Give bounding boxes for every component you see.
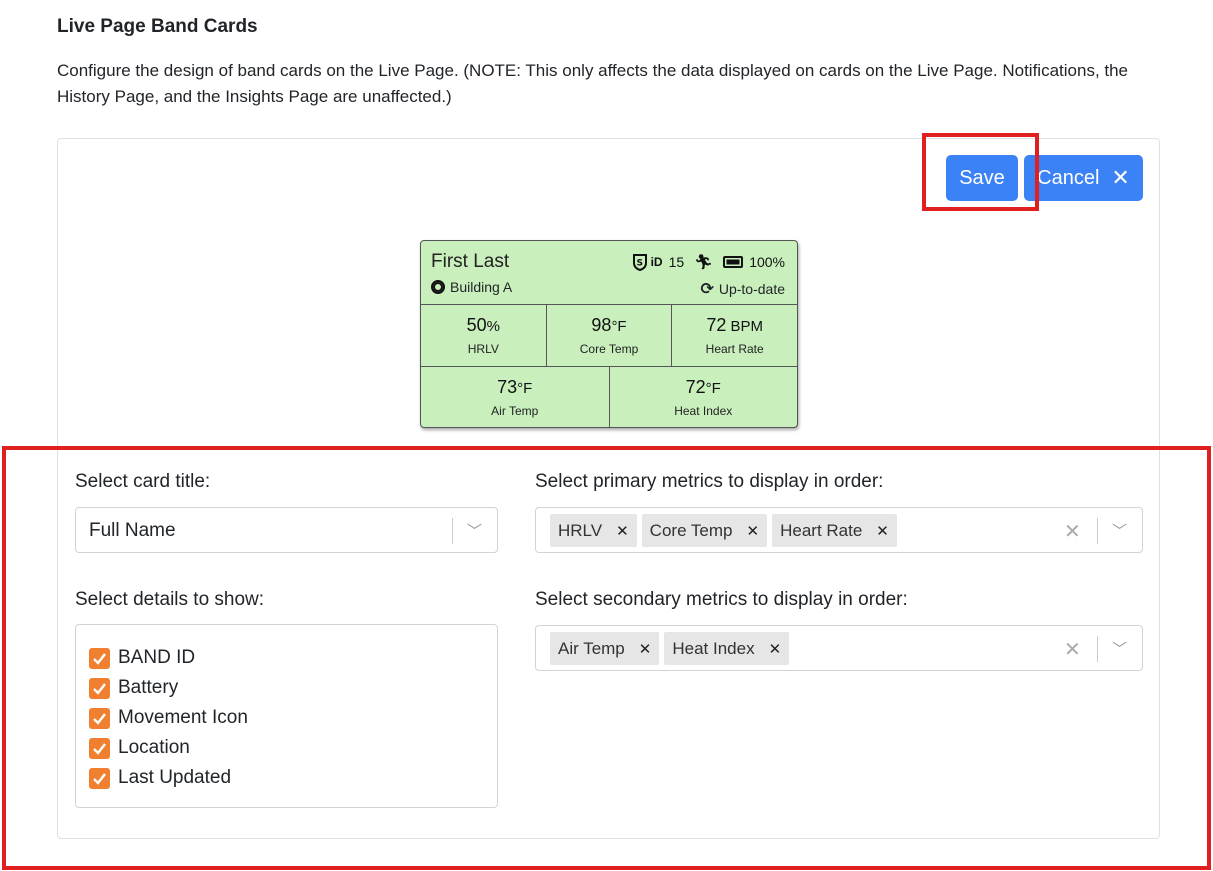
primary-metrics-select[interactable]: HRLV ✕ Core Temp ✕ Heart Rate ✕ ✕ ﹀ [535, 507, 1143, 553]
card-title-label: Select card title: [75, 471, 211, 492]
chevron-down-icon[interactable]: ﹀ [467, 520, 482, 541]
remove-tag-icon[interactable]: ✕ [616, 522, 629, 540]
remove-tag-icon[interactable]: ✕ [639, 640, 652, 658]
metric-label: HRLV [467, 342, 499, 356]
band-id-icon: S iD [631, 253, 663, 271]
checkbox-checked-icon[interactable] [89, 647, 110, 669]
card-location: Building A [431, 279, 512, 295]
primary-tag: Heart Rate ✕ [772, 514, 897, 547]
detail-option[interactable]: Last Updated [89, 763, 248, 793]
location-icon [431, 280, 445, 294]
svg-text:S: S [636, 259, 642, 269]
primary-metrics-label: Select primary metrics to display in ord… [535, 471, 884, 492]
section-description: Configure the design of band cards on th… [57, 61, 1129, 106]
secondary-metrics-row: 73°F Air Temp 72°F Heat Index [421, 366, 798, 427]
metric-unit: °F [517, 380, 533, 397]
card-title-value: Full Name [89, 520, 176, 541]
metric-unit: °F [611, 318, 627, 335]
section-heading: Live Page Band Cards [57, 16, 258, 37]
detail-label: Location [118, 737, 190, 758]
close-icon: ✕ [1111, 165, 1130, 190]
tag-label: Core Temp [649, 520, 733, 540]
metric-cell: 50% HRLV [421, 305, 546, 366]
running-icon: 🏃︎ [694, 254, 714, 271]
checkbox-checked-icon[interactable] [89, 737, 110, 759]
detail-label: Movement Icon [118, 707, 248, 728]
tag-label: HRLV [558, 520, 603, 540]
chevron-down-icon[interactable]: ﹀ [1112, 638, 1127, 659]
metric-cell: 98°F Core Temp [545, 305, 672, 366]
checkbox-checked-icon[interactable] [89, 707, 110, 729]
metric-label: Heat Index [674, 404, 733, 418]
details-checkbox-group: BAND ID Battery Movement Icon Location L… [75, 624, 498, 808]
metric-unit: BPM [726, 318, 764, 335]
battery-icon [723, 256, 744, 268]
select-separator [1097, 518, 1098, 544]
cancel-button[interactable]: Cancel ✕ [1024, 155, 1143, 201]
metric-label: Core Temp [579, 342, 639, 356]
metric-cell: 72°F Heat Index [608, 367, 798, 427]
primary-tag: Core Temp ✕ [641, 514, 768, 547]
battery-value: 100% [749, 254, 785, 270]
updated-text: Up-to-date [718, 281, 785, 297]
save-button-label: Save [959, 166, 1005, 189]
detail-label: Battery [118, 677, 179, 698]
select-separator [452, 518, 453, 544]
card-title-select[interactable]: Full Name ﹀ [75, 507, 498, 553]
tag-label: Heat Index [672, 638, 755, 658]
primary-metrics-row: 50% HRLV 98°F Core Temp 72 BPM Heart Rat… [421, 304, 797, 366]
metric-value: 73 [497, 377, 518, 397]
select-separator [1097, 636, 1098, 662]
detail-option[interactable]: Battery [89, 673, 248, 703]
detail-label: Last Updated [118, 767, 232, 788]
cancel-button-label: Cancel [1037, 166, 1100, 189]
detail-option[interactable]: Location [89, 733, 248, 763]
metric-unit: °F [705, 380, 721, 397]
metric-value: 50 [466, 315, 487, 335]
metric-cell: 72 BPM Heart Rate [671, 305, 797, 366]
clear-all-icon[interactable]: ✕ [1064, 519, 1081, 544]
secondary-metrics-label: Select secondary metrics to display in o… [535, 589, 908, 610]
primary-tag: HRLV ✕ [550, 514, 637, 547]
checkbox-checked-icon[interactable] [89, 677, 110, 699]
tag-label: Heart Rate [780, 520, 863, 540]
card-status-icons: S iD 15 🏃︎ 100% [631, 253, 785, 271]
secondary-tag: Heat Index ✕ [664, 632, 790, 665]
chevron-down-icon[interactable]: ﹀ [1112, 520, 1127, 541]
detail-option[interactable]: BAND ID [89, 643, 248, 673]
metric-value: 72 [685, 377, 706, 397]
details-label: Select details to show: [75, 589, 265, 610]
metric-cell: 73°F Air Temp [421, 367, 609, 427]
secondary-metrics-select[interactable]: Air Temp ✕ Heat Index ✕ ✕ ﹀ [535, 625, 1143, 671]
metric-unit: % [486, 318, 501, 335]
band-id-value: 15 [668, 254, 685, 270]
band-card-preview: First Last S iD 15 🏃︎ 100% Building A ⟳ … [420, 240, 798, 428]
detail-label: BAND ID [118, 647, 196, 668]
card-header: First Last S iD 15 🏃︎ 100% Building A ⟳ … [421, 241, 797, 304]
card-title: First Last [431, 251, 510, 272]
sync-icon: ⟳ [700, 281, 714, 298]
detail-option[interactable]: Movement Icon [89, 703, 248, 733]
location-text: Building A [450, 279, 513, 295]
remove-tag-icon[interactable]: ✕ [747, 522, 760, 540]
checkbox-checked-icon[interactable] [89, 767, 110, 789]
metric-label: Heart Rate [705, 342, 764, 356]
remove-tag-icon[interactable]: ✕ [769, 640, 782, 658]
metric-value: 72 [706, 315, 727, 335]
card-updated: ⟳ Up-to-date [700, 279, 785, 299]
tag-label: Air Temp [558, 638, 625, 658]
metric-label: Air Temp [491, 404, 539, 418]
clear-all-icon[interactable]: ✕ [1064, 637, 1081, 662]
save-button[interactable]: Save [946, 155, 1018, 201]
remove-tag-icon[interactable]: ✕ [876, 522, 889, 540]
metric-value: 98 [591, 315, 612, 335]
secondary-tag: Air Temp ✕ [550, 632, 660, 665]
